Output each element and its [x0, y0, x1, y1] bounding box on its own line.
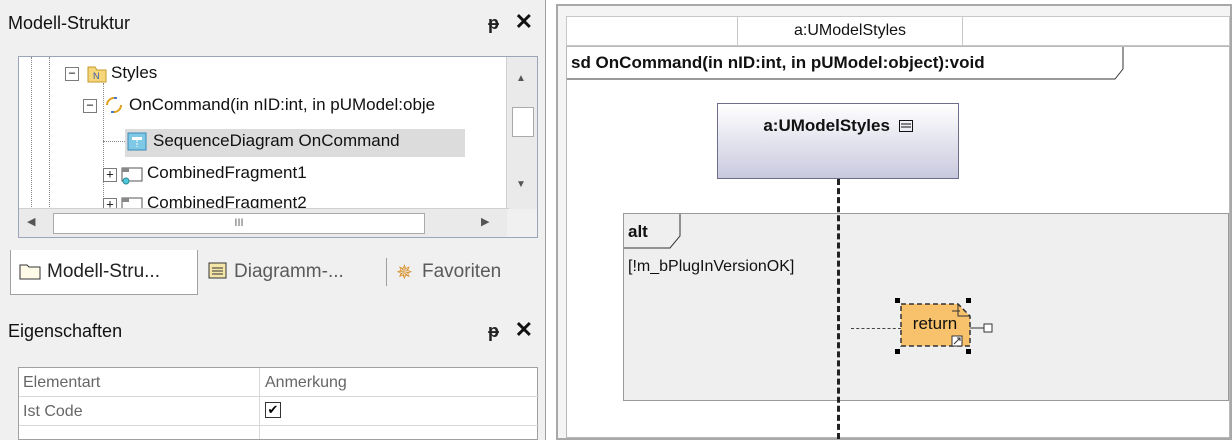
tree-vertical-scrollbar[interactable]: ▲ ▼ — [506, 57, 537, 209]
pin-icon[interactable]: ᵽ — [488, 321, 499, 342]
tab-label: Modell-Stru... — [47, 261, 160, 282]
lifeline-compartment-icon — [898, 120, 913, 132]
tree-connector — [31, 57, 32, 209]
property-value: Anmerkung — [265, 374, 347, 391]
expand-icon[interactable]: + — [103, 168, 117, 182]
selection-handle[interactable] — [895, 298, 900, 303]
model-tree[interactable]: − N Styles − OnCommand(in nID:int, in pU… — [18, 56, 538, 238]
header-lifeline-label[interactable]: a:UModelStyles — [737, 17, 963, 45]
left-panel-tabs: Modell-Stru... Diagramm-... ✵ Favoriten — [10, 250, 540, 295]
collapse-icon[interactable]: − — [65, 67, 79, 81]
package-icon: N — [87, 66, 107, 83]
tree-item-label: CombinedFragment1 — [147, 163, 307, 182]
tab-favorites[interactable]: ✵ Favoriten — [394, 250, 540, 294]
model-tree-title: Modell-Struktur — [8, 13, 131, 33]
diagram-canvas[interactable]: sd OnCommand(in nID:int, in pUModel:obje… — [566, 46, 1230, 439]
diagram-tree-icon — [208, 262, 227, 279]
scroll-thumb[interactable]: III — [53, 213, 425, 234]
tab-label: Diagramm-... — [234, 261, 344, 282]
lifeline-header-strip: a:UModelStyles — [566, 16, 1230, 46]
tab-divider — [386, 258, 387, 286]
lifeline-head[interactable]: a:UModelStyles — [717, 103, 959, 179]
lifeline-name-text: a:UModelStyles — [763, 116, 890, 135]
return-note[interactable]: return — [900, 303, 998, 347]
folder-icon — [19, 264, 41, 280]
tree-item-sequence-diagram[interactable]: SequenceDiagram OnCommand — [125, 129, 465, 157]
properties-grid: Elementart Anmerkung Ist Code ✔ — [18, 367, 539, 440]
scrollbar-corner — [507, 209, 537, 237]
properties-title-bar: Eigenschaften ᵽ ✕ — [0, 308, 545, 352]
favorites-icon: ✵ — [396, 262, 413, 284]
properties-title: Eigenschaften — [8, 321, 123, 341]
operation-icon — [106, 97, 122, 113]
scroll-right-icon[interactable]: ▶ — [481, 215, 489, 228]
scroll-left-icon[interactable]: ◀ — [27, 215, 35, 228]
selection-handle[interactable] — [966, 298, 971, 303]
tree-horizontal-scrollbar[interactable]: ◀ III ▶ — [19, 208, 509, 237]
selection-handle[interactable] — [895, 349, 900, 354]
close-icon[interactable]: ✕ — [515, 317, 533, 343]
guard-condition[interactable]: [!m_bPlugInVersionOK] — [628, 258, 794, 276]
tree-connector — [49, 57, 50, 209]
tree-item-label: OnCommand(in nID:int, in pUModel:obje — [129, 95, 436, 114]
property-name: Elementart — [23, 374, 101, 391]
tree-connector — [103, 83, 104, 203]
left-dock-panel: Modell-Struktur ᵽ ✕ − N Styles − OnComma… — [0, 0, 546, 440]
svg-text:N: N — [93, 71, 100, 81]
tree-item-label: SequenceDiagram OnCommand — [153, 131, 400, 150]
fragment-operator: alt — [628, 222, 648, 241]
tree-item-label: Styles — [111, 63, 158, 82]
collapse-icon[interactable]: − — [83, 99, 97, 113]
lifeline-line[interactable] — [837, 179, 840, 439]
note-anchor-line — [851, 328, 901, 329]
note-text: return — [912, 314, 958, 333]
combined-fragment-icon — [121, 167, 143, 185]
close-icon[interactable]: ✕ — [515, 9, 533, 35]
scroll-thumb[interactable] — [512, 107, 534, 137]
tab-model-structure[interactable]: Modell-Stru... — [10, 250, 198, 295]
scroll-up-icon[interactable]: ▲ — [516, 73, 526, 84]
frame-label[interactable]: sd OnCommand(in nID:int, in pUModel:obje… — [571, 53, 985, 73]
lifeline-name: a:UModelStyles — [718, 116, 958, 136]
pin-icon[interactable]: ᵽ — [488, 13, 499, 34]
diagram-window: a:UModelStyles sd OnCommand(in nID:int, … — [556, 4, 1232, 440]
ist-code-checkbox[interactable]: ✔ — [265, 402, 281, 418]
selection-handle[interactable] — [966, 349, 971, 354]
property-row-elementart[interactable]: Elementart Anmerkung — [19, 368, 539, 397]
property-row-ist-code[interactable]: Ist Code ✔ — [19, 397, 539, 426]
tree-connector — [103, 141, 125, 142]
scroll-down-icon[interactable]: ▼ — [516, 179, 526, 190]
tab-diagram-tree[interactable]: Diagramm-... — [206, 250, 386, 294]
tab-label: Favoriten — [422, 261, 502, 282]
sequence-diagram-icon — [127, 132, 147, 151]
model-tree-title-bar: Modell-Struktur ᵽ ✕ — [0, 0, 545, 44]
property-name: Ist Code — [23, 403, 83, 420]
